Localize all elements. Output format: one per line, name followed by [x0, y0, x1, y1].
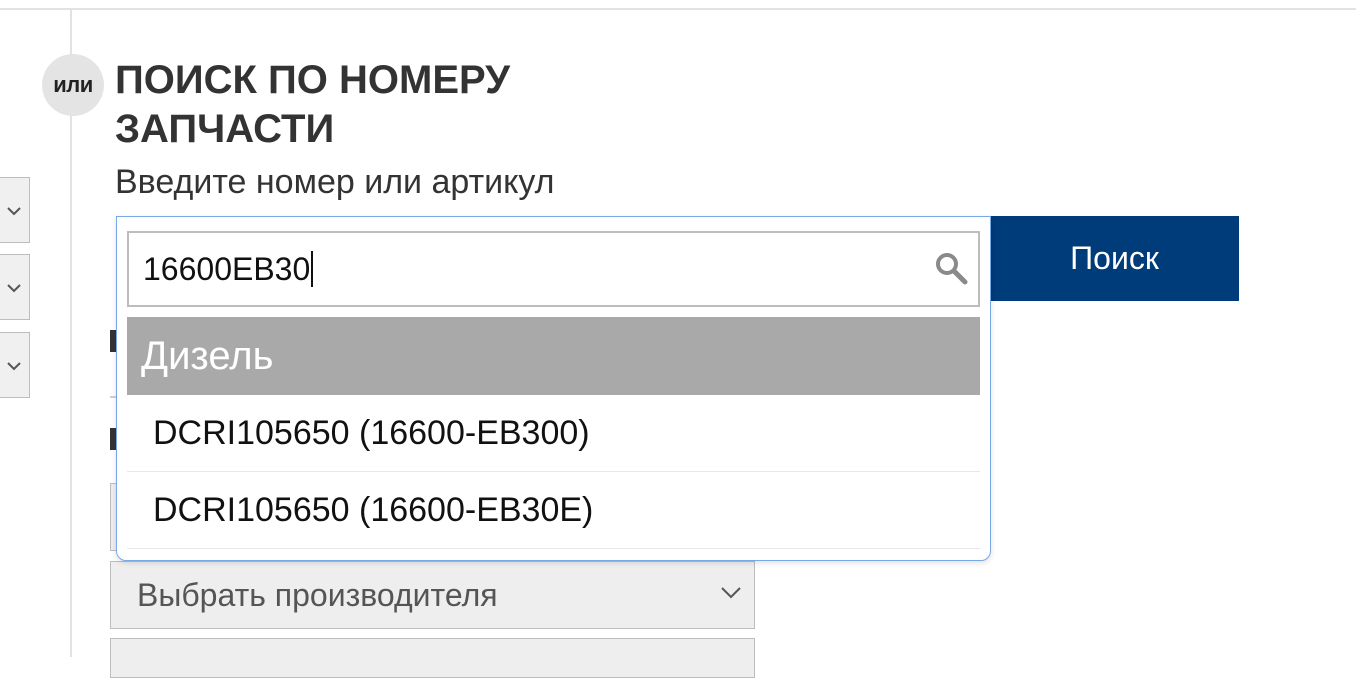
autocomplete-item[interactable]: DCRI105650 (16600-EB30E) — [127, 472, 980, 549]
left-select-3[interactable] — [0, 332, 30, 398]
manufacturer-select-label: Выбрать производителя — [137, 576, 498, 613]
left-select-1[interactable] — [0, 177, 30, 243]
section-subtitle: Введите номер или артикул — [115, 163, 555, 201]
chevron-down-icon — [721, 587, 741, 599]
or-badge: или — [42, 54, 104, 116]
top-divider — [0, 8, 1356, 10]
search-button[interactable]: Поиск — [990, 216, 1239, 301]
text-caret — [311, 251, 314, 287]
part-number-input-wrapper[interactable]: 16600EB30 — [127, 231, 980, 307]
autocomplete-item[interactable]: DCRI105650 (16600-EB300) — [127, 395, 980, 472]
autocomplete-dropdown: 16600EB30 Дизель DCRI105650 (16600-EB300… — [116, 216, 991, 561]
chevron-down-icon — [7, 284, 21, 293]
part-number-input[interactable]: 16600EB30 — [143, 247, 923, 291]
left-select-2[interactable] — [0, 254, 30, 320]
chevron-down-icon — [7, 362, 21, 371]
manufacturer-select[interactable]: Выбрать производителя — [110, 561, 755, 629]
search-icon[interactable] — [934, 251, 968, 285]
section-title: ПОИСК ПО НОМЕРУ ЗАПЧАСТИ — [115, 58, 511, 151]
autocomplete-group-header: Дизель — [127, 317, 980, 395]
next-select[interactable] — [110, 638, 755, 678]
chevron-down-icon — [7, 207, 21, 216]
part-number-value: 16600EB30 — [143, 250, 311, 287]
